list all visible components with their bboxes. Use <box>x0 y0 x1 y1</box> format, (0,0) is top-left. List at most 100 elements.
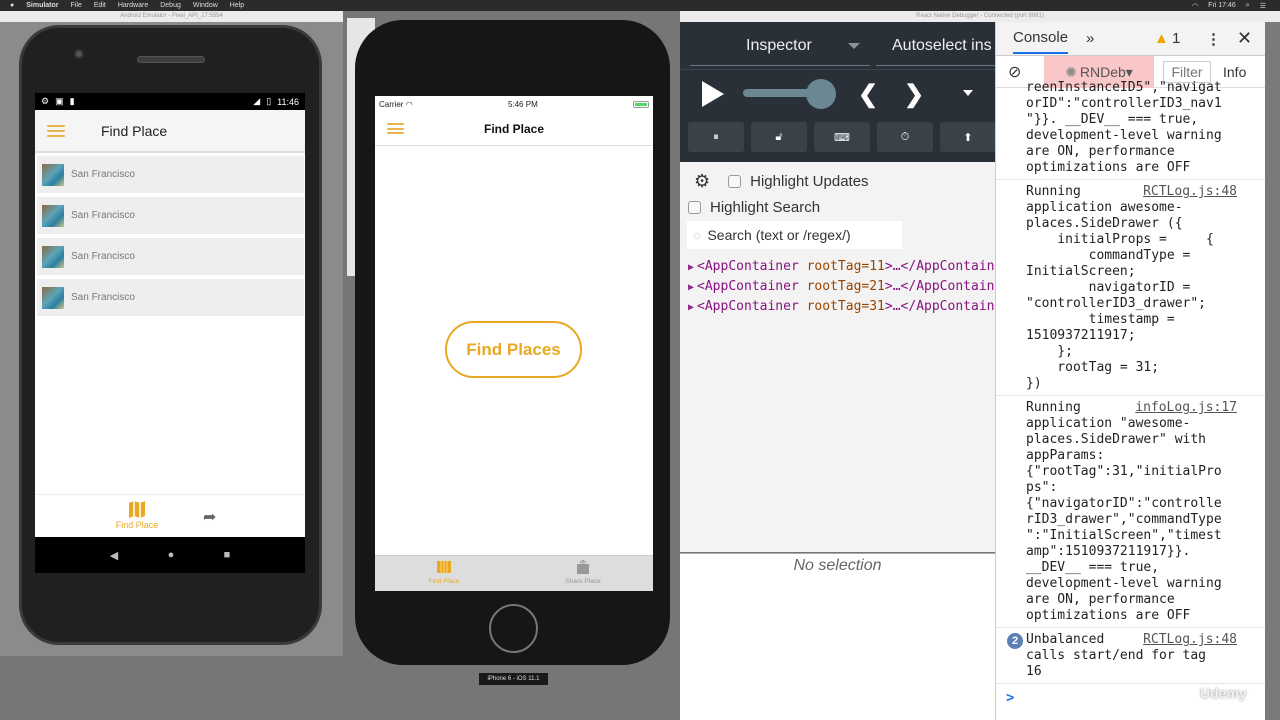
menu-edit[interactable]: Edit <box>94 2 106 9</box>
tab-share-place[interactable]: ➦ <box>203 507 216 527</box>
apple-icon[interactable]: ● <box>10 2 14 9</box>
place-name: San Francisco <box>71 292 135 303</box>
highlight-search-checkbox[interactable] <box>688 201 701 214</box>
android-bottom-tabs: Find Place ➦ <box>35 494 305 537</box>
android-window-title: Android Emulator - Pixel_API_27:5554 <box>0 11 343 22</box>
tab-find-place[interactable]: Find Place <box>113 501 161 530</box>
gear-icon: ✺ <box>1065 63 1077 80</box>
places-list: San Francisco San Francisco San Francisc… <box>35 153 305 323</box>
search-placeholder: Search (text or /regex/) <box>707 227 851 243</box>
list-item[interactable]: San Francisco <box>37 279 304 316</box>
spotlight-icon[interactable]: ⌕ <box>1246 2 1250 10</box>
kebab-menu-icon[interactable]: ⋮ <box>1206 30 1221 48</box>
keyboard-icon: ⌨ <box>834 131 850 144</box>
list-item[interactable]: San Francisco <box>37 156 304 193</box>
tree-node[interactable]: ▶<AppContainer rootTag=31>…</AppContaine… <box>680 297 995 317</box>
place-name: San Francisco <box>71 251 135 262</box>
source-link[interactable]: infoLog.js:17 <box>1135 400 1237 416</box>
play-icon[interactable] <box>702 81 724 107</box>
close-icon[interactable]: ✕ <box>1237 28 1252 49</box>
menu-hardware[interactable]: Hardware <box>118 2 148 9</box>
log-entry: Running application awesome- places.Side… <box>996 180 1265 396</box>
warning-count[interactable]: 1 <box>1172 30 1180 47</box>
log-text: Running application awesome- places.Side… <box>1026 184 1214 391</box>
expand-icon[interactable]: ▶ <box>688 262 694 273</box>
menu-window[interactable]: Window <box>193 2 218 9</box>
highlight-search-label: Highlight Search <box>710 199 821 216</box>
pause-button[interactable]: ⏸ <box>688 122 744 152</box>
home-icon[interactable]: ● <box>168 549 175 561</box>
search-input[interactable]: ○ Search (text or /regex/) <box>687 221 902 249</box>
divider <box>876 65 995 66</box>
pause-icon: ⏸ <box>713 130 719 143</box>
find-places-button[interactable]: Find Places <box>445 321 582 378</box>
tab-console[interactable]: Console <box>1013 23 1069 54</box>
lock-button[interactable]: 🔓︎ <box>751 122 807 152</box>
signal-icon: ◢ <box>253 96 261 106</box>
list-item[interactable]: San Francisco <box>37 197 304 234</box>
log-entry: Running application "awesome- places.Sid… <box>996 396 1265 628</box>
keyboard-button[interactable]: ⌨ <box>814 122 870 152</box>
expand-icon[interactable]: ▶ <box>688 302 694 313</box>
list-item[interactable]: San Francisco <box>37 238 304 275</box>
menu-debug[interactable]: Debug <box>160 2 181 9</box>
tab-label: Find Place <box>115 520 159 530</box>
speaker-grille <box>137 56 205 63</box>
recents-icon[interactable]: ■ <box>224 549 231 561</box>
tab-label: Share Place <box>565 578 601 585</box>
more-tabs-icon[interactable]: » <box>1086 30 1094 47</box>
context-label: RNDeb▾ <box>1079 63 1133 80</box>
log-text: reenInstanceID5","navigat orID":"control… <box>1026 80 1222 175</box>
timer-button[interactable]: ⏱ <box>877 122 933 152</box>
place-image <box>42 163 64 186</box>
slider-handle[interactable] <box>806 79 836 109</box>
highlight-updates-checkbox[interactable] <box>728 175 742 188</box>
hamburger-menu-icon[interactable] <box>47 124 65 137</box>
previous-icon[interactable]: ❮ <box>858 80 878 109</box>
android-time: 11:46 <box>277 96 299 107</box>
android-screen: ⚙ ▣ ▮ ◢ ▯ 11:46 Find Place San Francisco… <box>35 93 305 573</box>
devtools-tabs: Console » ▲ 1 ⋮ ✕ <box>996 22 1265 56</box>
component-tree: ▶<AppContainer rootTag=11>…</AppContaine… <box>680 257 995 317</box>
autoselect-dropdown[interactable]: Autoselect ins <box>892 37 992 55</box>
source-link[interactable]: RCTLog.js:48 <box>1143 184 1237 200</box>
upload-icon: ⬆ <box>963 131 973 144</box>
menu-file[interactable]: File <box>71 2 82 9</box>
battery-icon: ▯ <box>266 96 272 106</box>
action-buttons: ⏸ 🔓︎ ⌨ ⏱ ⬆ <box>688 122 996 152</box>
menu-app[interactable]: Simulator <box>26 2 58 9</box>
source-link[interactable]: RCTLog.js:48 <box>1143 632 1237 648</box>
gear-icon[interactable]: ⚙ <box>694 171 710 192</box>
tree-node[interactable]: ▶<AppContainer rootTag=11>…</AppContaine… <box>680 257 995 277</box>
home-button[interactable] <box>489 604 538 653</box>
place-name: San Francisco <box>71 169 135 180</box>
carrier: Carrier <box>379 99 404 109</box>
log-level-dropdown[interactable]: Info <box>1223 64 1246 80</box>
back-icon[interactable]: ◀ <box>110 549 118 562</box>
upload-button[interactable]: ⬆ <box>940 122 996 152</box>
warning-icon[interactable]: ▲ <box>1154 30 1169 47</box>
map-icon <box>129 501 145 518</box>
repeat-count-badge: 2 <box>1007 633 1023 649</box>
dropdown-arrow-icon[interactable] <box>848 43 860 49</box>
ios-nav-bar: Find Place <box>375 112 653 146</box>
search-icon: ○ <box>693 227 702 243</box>
speed-dropdown-icon[interactable] <box>963 90 973 96</box>
sd-card-icon: ▮ <box>69 96 75 106</box>
tab-find-place[interactable]: Find Place <box>409 560 479 585</box>
clock[interactable]: Fri 17:46 <box>1208 2 1236 9</box>
expand-icon[interactable]: ▶ <box>688 282 694 293</box>
inspector-dropdown[interactable]: Inspector <box>746 37 812 55</box>
android-status-bar: ⚙ ▣ ▮ ◢ ▯ 11:46 <box>35 93 305 110</box>
menu-help[interactable]: Help <box>230 2 244 9</box>
menu-list-icon[interactable]: ☰ <box>1260 2 1266 10</box>
slider-controls: ❮ ❯ <box>680 72 995 114</box>
udemy-watermark: Udemy <box>1200 685 1247 701</box>
wifi-icon[interactable]: ◠ <box>1192 2 1198 10</box>
tab-share-place[interactable]: Share Place <box>548 559 618 585</box>
clear-console-icon[interactable]: ⊘ <box>1008 62 1021 82</box>
settings-status-icon: ⚙ <box>41 96 50 106</box>
tree-node[interactable]: ▶<AppContainer rootTag=21>…</AppContaine… <box>680 277 995 297</box>
window-backdrop <box>1265 22 1280 720</box>
next-icon[interactable]: ❯ <box>904 80 924 109</box>
